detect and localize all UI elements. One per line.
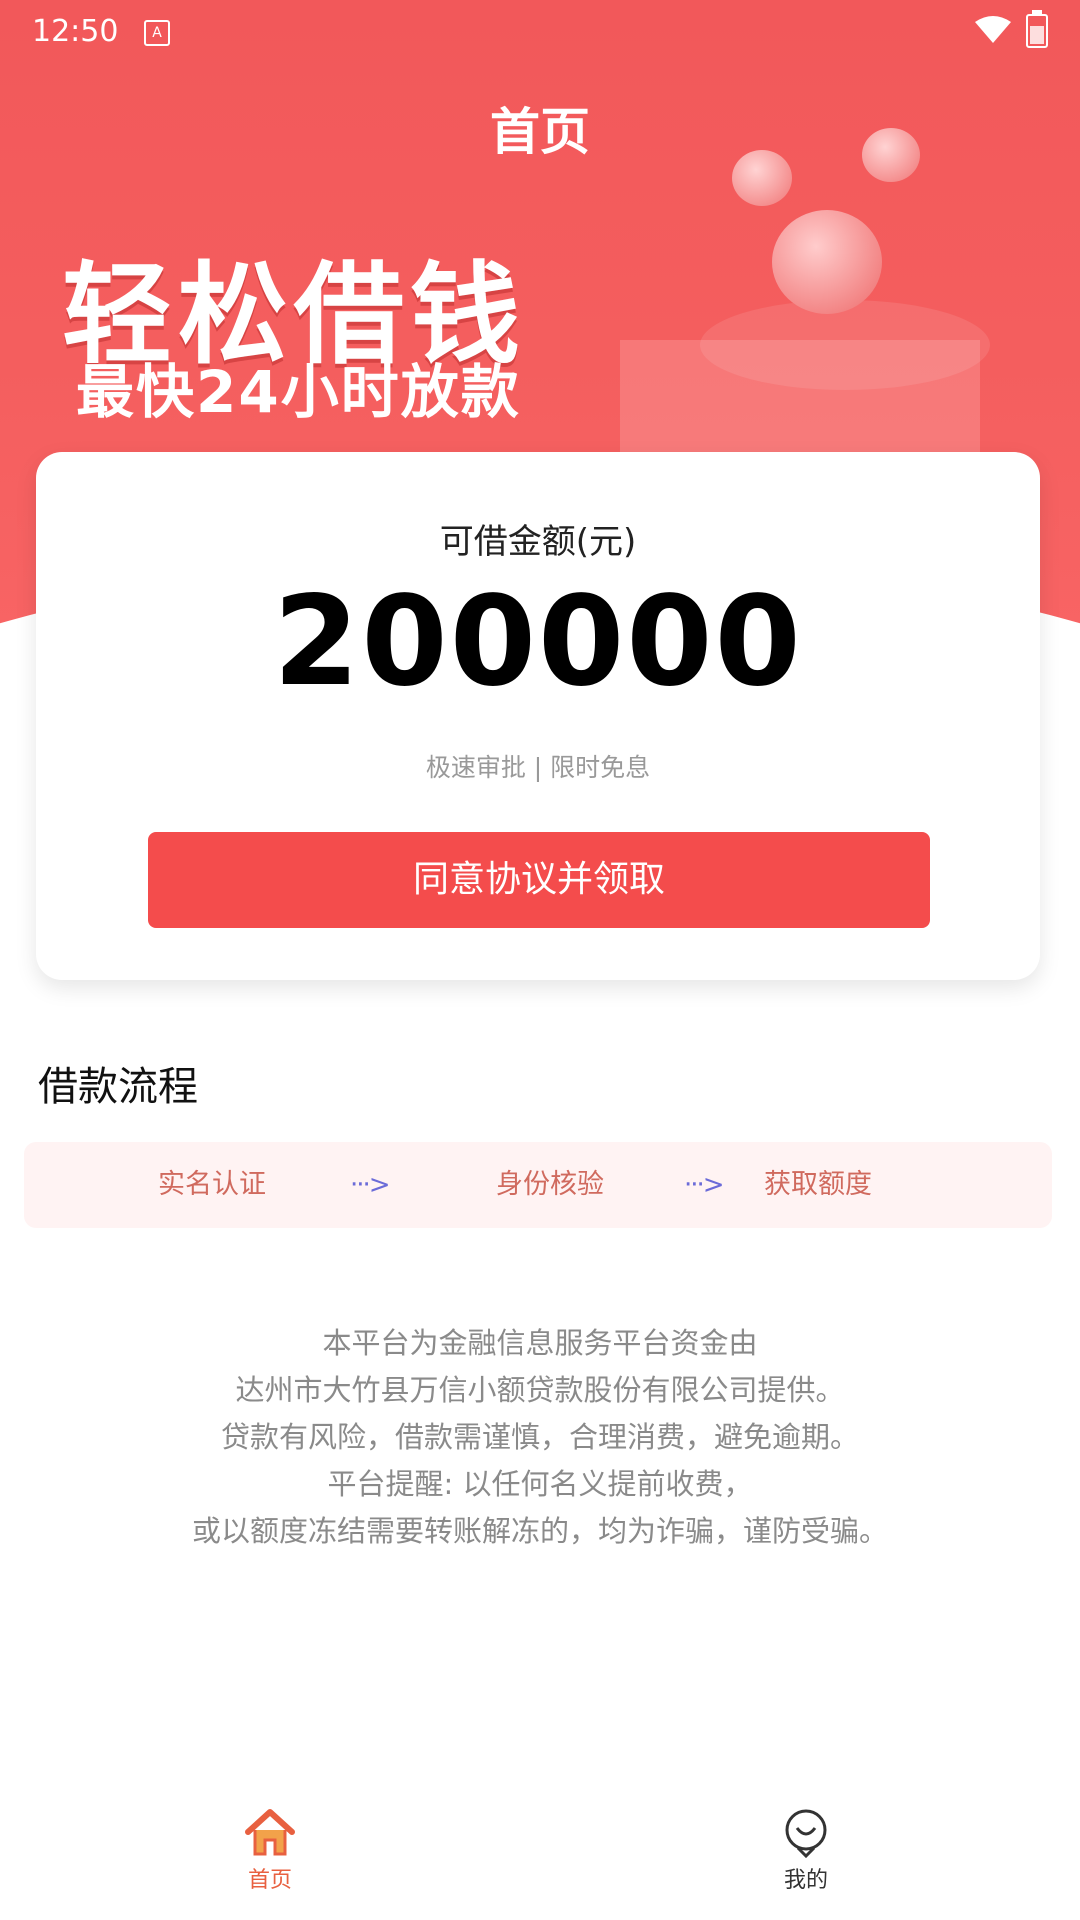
app-notification-icon: A	[144, 20, 170, 46]
profile-icon	[785, 1809, 827, 1858]
tab-home-label: 首页	[247, 1868, 292, 1893]
agree-and-claim-button[interactable]: 同意协议并领取	[148, 832, 930, 928]
banner-decoration-ring	[700, 300, 990, 390]
disclaimer-line: 平台提醒: 以任何名义提前收费，	[327, 1467, 753, 1501]
disclaimer-line: 本平台为金融信息服务平台资金由	[322, 1326, 758, 1360]
disclaimer: 本平台为金融信息服务平台资金由 达州市大竹县万信小额贷款股份有限公司提供。 贷款…	[0, 1320, 1080, 1555]
disclaimer-line: 贷款有风险，借款需谨慎，合理消费，避免逾期。	[220, 1420, 859, 1454]
disclaimer-line: 或以额度冻结需要转账解冻的，均为诈骗，谨防受骗。	[191, 1514, 888, 1548]
disclaimer-line: 达州市大竹县万信小额贷款股份有限公司提供。	[235, 1373, 845, 1407]
loan-amount: 200000	[273, 570, 803, 714]
page-title: 首页	[490, 103, 590, 161]
dotted-arrow-icon: ···>	[684, 1170, 725, 1200]
status-time: 12:50	[32, 14, 119, 49]
bottom-tab-bar: 首页 我的	[0, 1808, 1080, 1920]
tab-mine[interactable]: 我的	[706, 1808, 906, 1894]
tab-mine-label: 我的	[783, 1868, 828, 1893]
loan-amount-card: 可借金额(元) 200000 极速审批 | 限时免息 同意协议并领取	[36, 452, 1040, 980]
battery-icon	[1026, 10, 1048, 48]
amount-label: 可借金额(元)	[439, 522, 637, 562]
loan-process-steps: 实名认证 ···> 身份核验 ···> 获取额度	[24, 1142, 1052, 1228]
wifi-icon	[975, 16, 1011, 43]
step-identity: 身份核验	[496, 1169, 604, 1200]
step-get-credit: 获取额度	[764, 1169, 872, 1200]
dotted-arrow-icon: ···>	[350, 1170, 391, 1200]
step-real-name: 实名认证	[158, 1169, 266, 1200]
banner-subslogan: 最快24小时放款	[76, 358, 521, 426]
home-icon	[245, 1809, 295, 1856]
process-section-title: 借款流程	[38, 1064, 198, 1110]
status-bar: 12:50 A	[0, 0, 1080, 64]
banner-decoration-coin	[772, 210, 882, 314]
amount-tagline: 极速审批 | 限时免息	[425, 753, 651, 782]
tab-home[interactable]: 首页	[170, 1808, 370, 1894]
